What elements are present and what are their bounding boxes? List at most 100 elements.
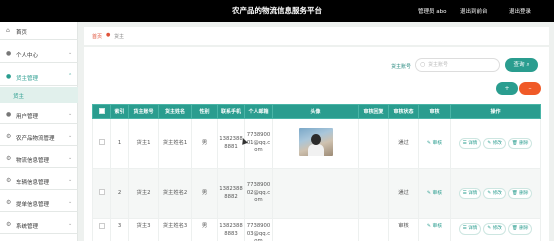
edit-button[interactable]: ✎ 修改: [483, 137, 506, 150]
name-cell: 货主姓名3: [158, 218, 192, 241]
sidebar-item-owner-management[interactable]: ● 货主管理 ⌃: [0, 68, 78, 86]
logout-button[interactable]: 退出登录: [509, 7, 531, 15]
actions-cell: ☰ 详情 ✎ 修改 🗑 删除: [450, 168, 541, 219]
sidebar-item-label: 系统管理: [16, 224, 39, 230]
gender-cell: 男: [191, 168, 218, 219]
row-select-cell: [92, 218, 111, 241]
chevron-down-icon: ⌄: [68, 221, 73, 227]
sidebar-subitem-owner[interactable]: 货主: [0, 87, 78, 103]
header-cell: 索引: [110, 104, 129, 119]
edit-label: 修改: [492, 190, 502, 196]
account-cell: 货主2: [128, 168, 159, 219]
review-cell: ✎ 审核: [418, 168, 451, 219]
delete-label: 删除: [519, 190, 529, 196]
header-select[interactable]: [92, 104, 111, 119]
search-icon: ○: [420, 61, 426, 68]
sidebar: ⌂ 首页 ● 个人中心 ⌄ ● 货主管理 ⌃ 货主 ● 用户管理 ⌄ ⚙ 农产品…: [0, 22, 78, 241]
delete-button[interactable]: 🗑 删除: [507, 223, 533, 235]
breadcrumb: 首页 ● 货主: [84, 27, 549, 45]
phone-cell: 13823888883: [217, 218, 245, 241]
sidebar-item-personal-center[interactable]: ● 个人中心 ⌄: [0, 45, 78, 63]
email-cell: 773890001@qq.com: [244, 118, 273, 169]
sidebar-item-label: 物流信息管理: [16, 158, 50, 164]
review-button[interactable]: ✎ 审核: [427, 141, 442, 146]
search-icon: ⌕: [526, 62, 530, 68]
sidebar-subitem-label: 货主: [13, 94, 25, 100]
reply-cell: [358, 118, 389, 169]
edit-button[interactable]: ✎ 修改: [483, 223, 506, 235]
index-cell: 3: [110, 218, 129, 241]
sidebar-item-system[interactable]: ⚙ 系统管理 ⌄: [0, 216, 78, 234]
reply-cell: [358, 218, 389, 241]
query-button-label: 查询: [513, 62, 525, 68]
index-cell: 1: [110, 118, 129, 169]
admin-user-label: 管理员 abo: [418, 9, 447, 15]
chevron-down-icon: ⌄: [68, 111, 73, 117]
gear-icon: ⚙: [6, 155, 12, 162]
sidebar-item-label: 首页: [16, 30, 28, 36]
edit-label: 修改: [492, 140, 502, 146]
sidebar-item-logistics-info[interactable]: ⚙ 物流信息管理 ⌄: [0, 150, 78, 168]
header-cell: 审核: [418, 104, 451, 119]
sidebar-item-label: 个人中心: [16, 53, 39, 59]
delete-label: 删除: [519, 140, 529, 146]
batch-delete-button[interactable]: –: [519, 82, 541, 95]
row-checkbox[interactable]: [98, 188, 105, 195]
back-to-front-button[interactable]: 退出到前台: [460, 7, 488, 15]
header-cell: 操作: [450, 104, 541, 119]
sidebar-item-label: 农产品物流管理: [16, 136, 55, 142]
delete-button[interactable]: 🗑 删除: [507, 187, 533, 200]
detail-button[interactable]: ☰ 详情: [458, 187, 482, 200]
row-checkbox[interactable]: [98, 138, 105, 145]
header-cell: 头像: [272, 104, 359, 119]
avatar-cell: [272, 168, 359, 219]
header-cell: 联系手机: [217, 104, 245, 119]
sidebar-item-produce-logistics[interactable]: ⚙ 农产品物流管理 ⌄: [0, 128, 78, 146]
email-cell: 773890002@qq.com: [244, 168, 273, 219]
avatar: [298, 127, 333, 156]
breadcrumb-home-link[interactable]: 首页: [92, 33, 102, 40]
review-cell: ✎ 审核: [418, 218, 451, 241]
account-cell: 货主1: [128, 118, 159, 169]
status-cell: 审核: [388, 218, 419, 241]
detail-button[interactable]: ☰ 详情: [458, 137, 482, 150]
index-cell: 2: [110, 168, 129, 219]
home-icon: ⌂: [6, 27, 10, 34]
review-button[interactable]: ✎ 审核: [427, 191, 442, 196]
gender-cell: 男: [191, 118, 218, 169]
table-row: 1 货主1 货主姓名1 男 13823888881 773890001@qq.c…: [92, 118, 541, 169]
add-button[interactable]: +: [496, 82, 518, 95]
sidebar-item-label: 车辆信息管理: [16, 180, 50, 186]
select-all-checkbox[interactable]: [98, 107, 105, 114]
table-header-row: 索引 货主账号 货主姓名 性别 联系手机 个人邮箱 头像 审核回复 审核状态 审…: [92, 104, 541, 119]
gear-icon: ⚙: [6, 133, 12, 140]
sidebar-item-label: 货主管理: [16, 76, 39, 82]
delete-button[interactable]: 🗑 删除: [507, 137, 533, 150]
review-button[interactable]: ✎ 审核: [427, 224, 442, 229]
sidebar-item-vehicle-info[interactable]: ⚙ 车辆信息管理 ⌄: [0, 172, 78, 190]
header-cell: 审核状态: [388, 104, 419, 119]
account-cell: 货主3: [128, 218, 159, 241]
name-cell: 货主姓名1: [158, 118, 192, 169]
detail-label: 详情: [468, 190, 478, 196]
detail-button[interactable]: ☰ 详情: [458, 223, 482, 235]
reply-cell: [358, 168, 389, 219]
header-cell: 个人邮箱: [244, 104, 273, 119]
chevron-down-icon: ⌄: [68, 177, 73, 183]
sidebar-item-user-management[interactable]: ● 用户管理 ⌄: [0, 106, 78, 124]
user-icon: ●: [6, 73, 12, 80]
search-label: 货主账号: [391, 64, 412, 70]
sidebar-item-bill-of-lading[interactable]: ⚙ 提单信息管理 ⌄: [0, 194, 78, 212]
query-button[interactable]: 查询 ⌕: [505, 58, 538, 72]
gender-cell: 男: [191, 218, 218, 241]
chevron-down-icon: ⌄: [68, 155, 73, 161]
search-input[interactable]: [415, 58, 500, 72]
sidebar-item-home[interactable]: ⌂ 首页: [0, 22, 78, 40]
header-cell: 审核回复: [358, 104, 389, 119]
row-checkbox[interactable]: [98, 223, 105, 229]
review-label: 审核: [432, 190, 443, 196]
gear-icon: ⚙: [6, 221, 12, 228]
edit-button[interactable]: ✎ 修改: [483, 187, 506, 200]
gear-icon: ⚙: [6, 199, 12, 206]
sidebar-item-label: 提单信息管理: [16, 202, 50, 208]
